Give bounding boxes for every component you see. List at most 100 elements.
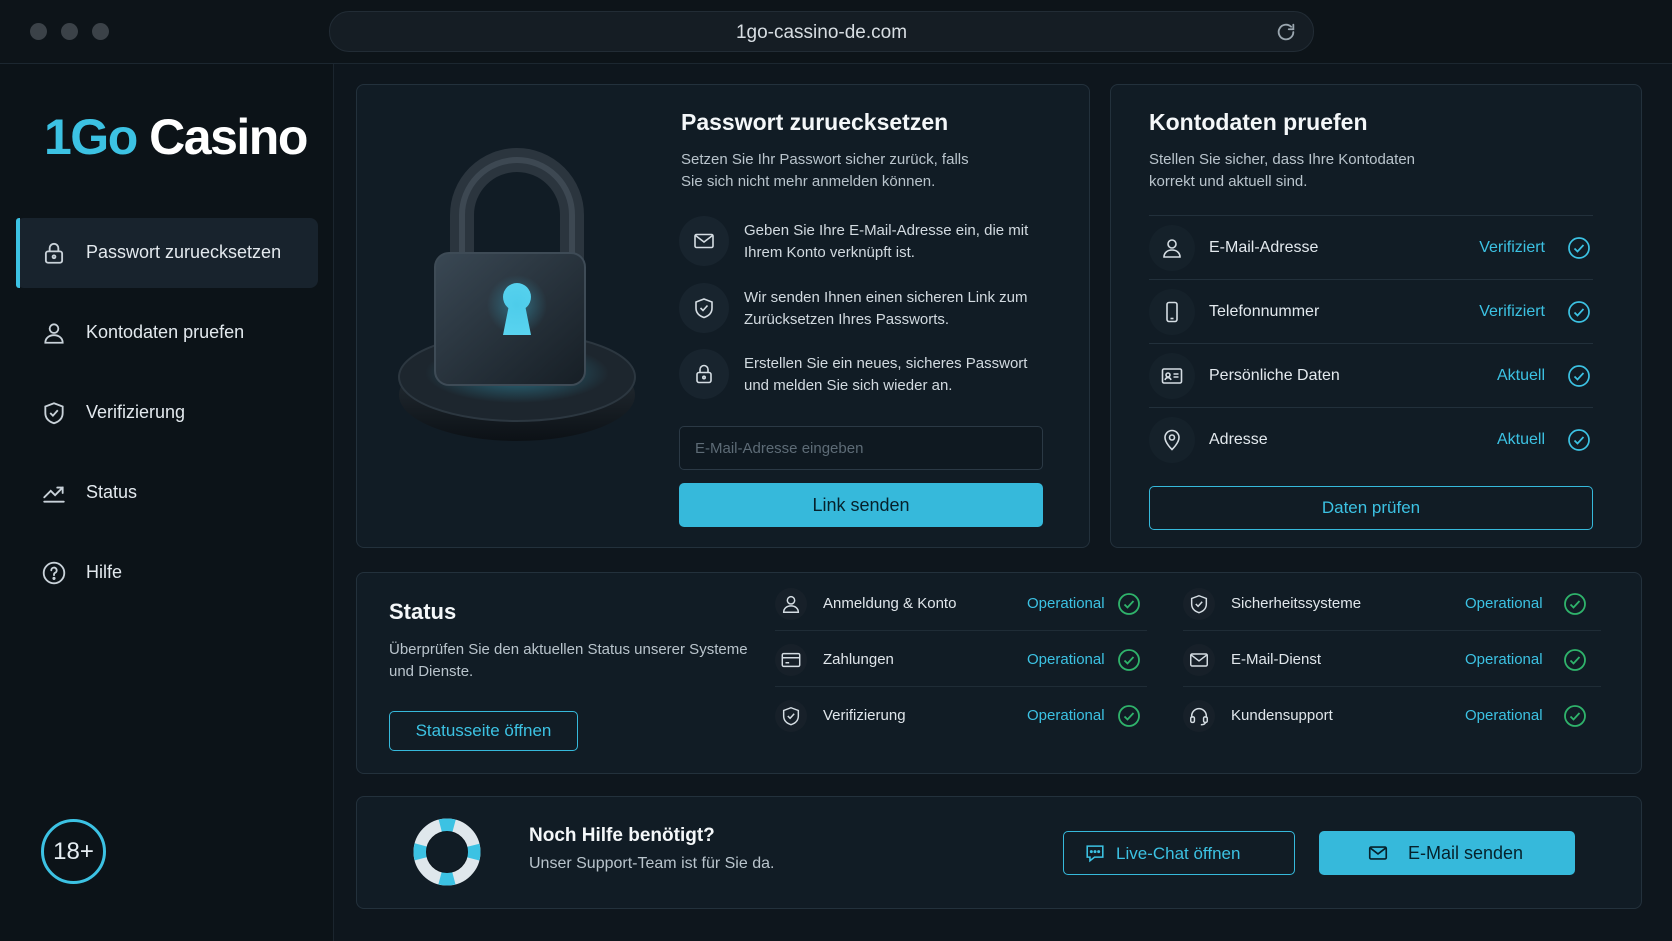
live-chat-button[interactable]: Live-Chat öffnen xyxy=(1063,831,1295,875)
user-icon xyxy=(782,595,800,613)
sidebar-item-passwort[interactable]: Passwort zuruecksetzen xyxy=(16,218,318,288)
browser-window: 1go-cassino-de.com 1Go Casino Passwort z… xyxy=(0,0,1672,941)
status-row-state: Operational xyxy=(1465,595,1543,612)
account-row-status: Aktuell xyxy=(1496,431,1545,448)
status-row: Sicherheitssysteme Operational xyxy=(1183,575,1601,631)
status-row: Verifizierung Operational xyxy=(775,687,1147,743)
account-row-address[interactable]: Adresse Aktuell xyxy=(1149,407,1593,471)
check-circle-icon xyxy=(1568,365,1590,387)
reset-step: Geben Sie Ihre E-Mail-Adresse ein, die m… xyxy=(679,216,1039,268)
reset-subtitle-line-2: Sie sich nicht mehr anmelden können. xyxy=(681,173,936,190)
reset-step: Wir senden Ihnen einen sicheren Link zum… xyxy=(679,283,1039,335)
account-row-status: Verifiziert xyxy=(1479,303,1545,320)
account-row-label: E-Mail-Adresse xyxy=(1209,239,1319,256)
account-row-label: Persönliche Daten xyxy=(1209,367,1340,384)
status-row-label: Verifizierung xyxy=(823,707,906,724)
send-email-button[interactable]: E-Mail senden xyxy=(1319,831,1575,875)
url-text: 1go-cassino-de.com xyxy=(735,22,908,43)
user-icon xyxy=(44,323,64,344)
help-subtitle: Unser Support-Team ist für Sie da. xyxy=(529,855,775,872)
sidebar-item-status[interactable]: Status xyxy=(16,458,318,528)
send-link-button[interactable]: Link senden xyxy=(679,483,1043,527)
sidebar-item-verifizierung[interactable]: Verifizierung xyxy=(16,378,318,448)
lock-icon xyxy=(696,364,712,384)
account-data-card: Kontodaten pruefen Stellen Sie sicher, d… xyxy=(1110,84,1642,548)
status-row-state: Operational xyxy=(1465,707,1543,724)
status-row-state: Operational xyxy=(1465,651,1543,668)
sidebar-item-label: Status xyxy=(86,482,138,502)
account-row-status: Aktuell xyxy=(1496,367,1545,384)
account-row-phone[interactable]: Telefonnummer Verifiziert xyxy=(1149,279,1593,343)
reload-icon[interactable] xyxy=(1275,21,1297,43)
status-row: E-Mail-Dienst Operational xyxy=(1183,631,1601,687)
open-status-page-button[interactable]: Statusseite öffnen xyxy=(389,711,578,751)
check-circle-icon xyxy=(1564,649,1586,671)
account-row-label: Adresse xyxy=(1209,431,1268,448)
check-data-button[interactable]: Daten prüfen xyxy=(1149,486,1593,530)
window-maximize-button[interactable] xyxy=(92,23,109,40)
account-subtitle-line-2: korrekt und aktuell sind. xyxy=(1149,173,1308,190)
check-circle-icon xyxy=(1568,301,1590,323)
window-minimize-button[interactable] xyxy=(61,23,78,40)
status-row-label: Zahlungen xyxy=(823,651,894,668)
logo-part-2: Casino xyxy=(149,109,308,165)
help-title: Noch Hilfe benötigt? xyxy=(529,825,715,846)
check-circle-icon xyxy=(1118,649,1140,671)
check-circle-icon xyxy=(1564,593,1586,615)
mail-icon xyxy=(694,233,714,249)
account-row-label: Telefonnummer xyxy=(1209,303,1320,320)
window-close-button[interactable] xyxy=(30,23,47,40)
account-subtitle-line-1: Stellen Sie sicher, dass Ihre Kontodaten xyxy=(1149,151,1416,168)
account-row-email[interactable]: E-Mail-Adresse Verifiziert xyxy=(1149,215,1593,279)
reset-step-text: Wir senden Ihnen einen sicheren Link zum… xyxy=(744,289,1028,328)
account-subtitle: Stellen Sie sicher, dass Ihre Kontodaten… xyxy=(1149,149,1569,193)
id-card-icon xyxy=(1161,368,1183,384)
status-description-line-1: Überprüfen Sie den aktuellen Status unse… xyxy=(389,641,748,658)
sidebar-item-kontodaten[interactable]: Kontodaten pruefen xyxy=(16,298,318,368)
help-card: Noch Hilfe benötigt? Unser Support-Team … xyxy=(356,796,1642,909)
lock-icon xyxy=(44,242,64,264)
trend-chart-icon xyxy=(43,486,65,503)
account-row-personal[interactable]: Persönliche Daten Aktuell xyxy=(1149,343,1593,407)
logo-part-1: 1Go xyxy=(44,109,138,165)
check-circle-icon xyxy=(1568,429,1590,451)
status-description: Überprüfen Sie den aktuellen Status unse… xyxy=(389,639,749,683)
chat-icon xyxy=(1086,845,1104,863)
shield-check-icon xyxy=(695,298,713,319)
account-title: Kontodaten pruefen xyxy=(1149,109,1368,135)
headset-icon xyxy=(1190,708,1208,726)
status-row: Kundensupport Operational xyxy=(1183,687,1601,743)
reset-step-text: Geben Sie Ihre E-Mail-Adresse ein, die m… xyxy=(744,222,1029,261)
email-input[interactable] xyxy=(679,426,1043,470)
status-row-label: Kundensupport xyxy=(1231,707,1333,724)
brand-logo[interactable]: 1Go Casino xyxy=(44,108,308,166)
send-email-label: E-Mail senden xyxy=(1408,843,1524,863)
address-bar[interactable]: 1go-cassino-de.com xyxy=(329,11,1314,52)
sidebar-item-label: Passwort zuruecksetzen xyxy=(86,242,282,262)
sidebar-item-hilfe[interactable]: Hilfe xyxy=(16,538,318,608)
padlock-illustration xyxy=(398,148,636,441)
age-badge: 18+ xyxy=(41,819,106,884)
shield-check-icon xyxy=(1190,594,1208,614)
check-circle-icon xyxy=(1564,705,1586,727)
status-row-label: Anmeldung & Konto xyxy=(823,595,957,612)
status-row-state: Operational xyxy=(1027,651,1105,668)
user-icon xyxy=(1163,239,1181,258)
title-bar: 1go-cassino-de.com xyxy=(0,0,1672,64)
status-row-label: Sicherheitssysteme xyxy=(1231,595,1362,612)
reset-subtitle: Setzen Sie Ihr Passwort sicher zurück, f… xyxy=(681,149,1041,193)
reset-password-card: Passwort zuruecksetzen Setzen Sie Ihr Pa… xyxy=(356,84,1090,548)
status-row-state: Operational xyxy=(1027,707,1105,724)
mail-icon xyxy=(1190,653,1208,667)
help-circle-icon xyxy=(42,561,66,585)
check-circle-icon xyxy=(1118,593,1140,615)
status-card: Status Überprüfen Sie den aktuellen Stat… xyxy=(356,572,1642,774)
lifebuoy-icon xyxy=(413,818,481,886)
shield-check-icon xyxy=(782,706,800,726)
check-circle-icon xyxy=(1118,705,1140,727)
reset-subtitle-line-1: Setzen Sie Ihr Passwort sicher zurück, f… xyxy=(681,151,969,168)
status-title: Status xyxy=(389,599,457,624)
shield-check-icon xyxy=(44,402,64,425)
reset-step: Erstellen Sie ein neues, sicheres Passwo… xyxy=(679,349,1039,401)
status-row: Anmeldung & Konto Operational xyxy=(775,575,1147,631)
